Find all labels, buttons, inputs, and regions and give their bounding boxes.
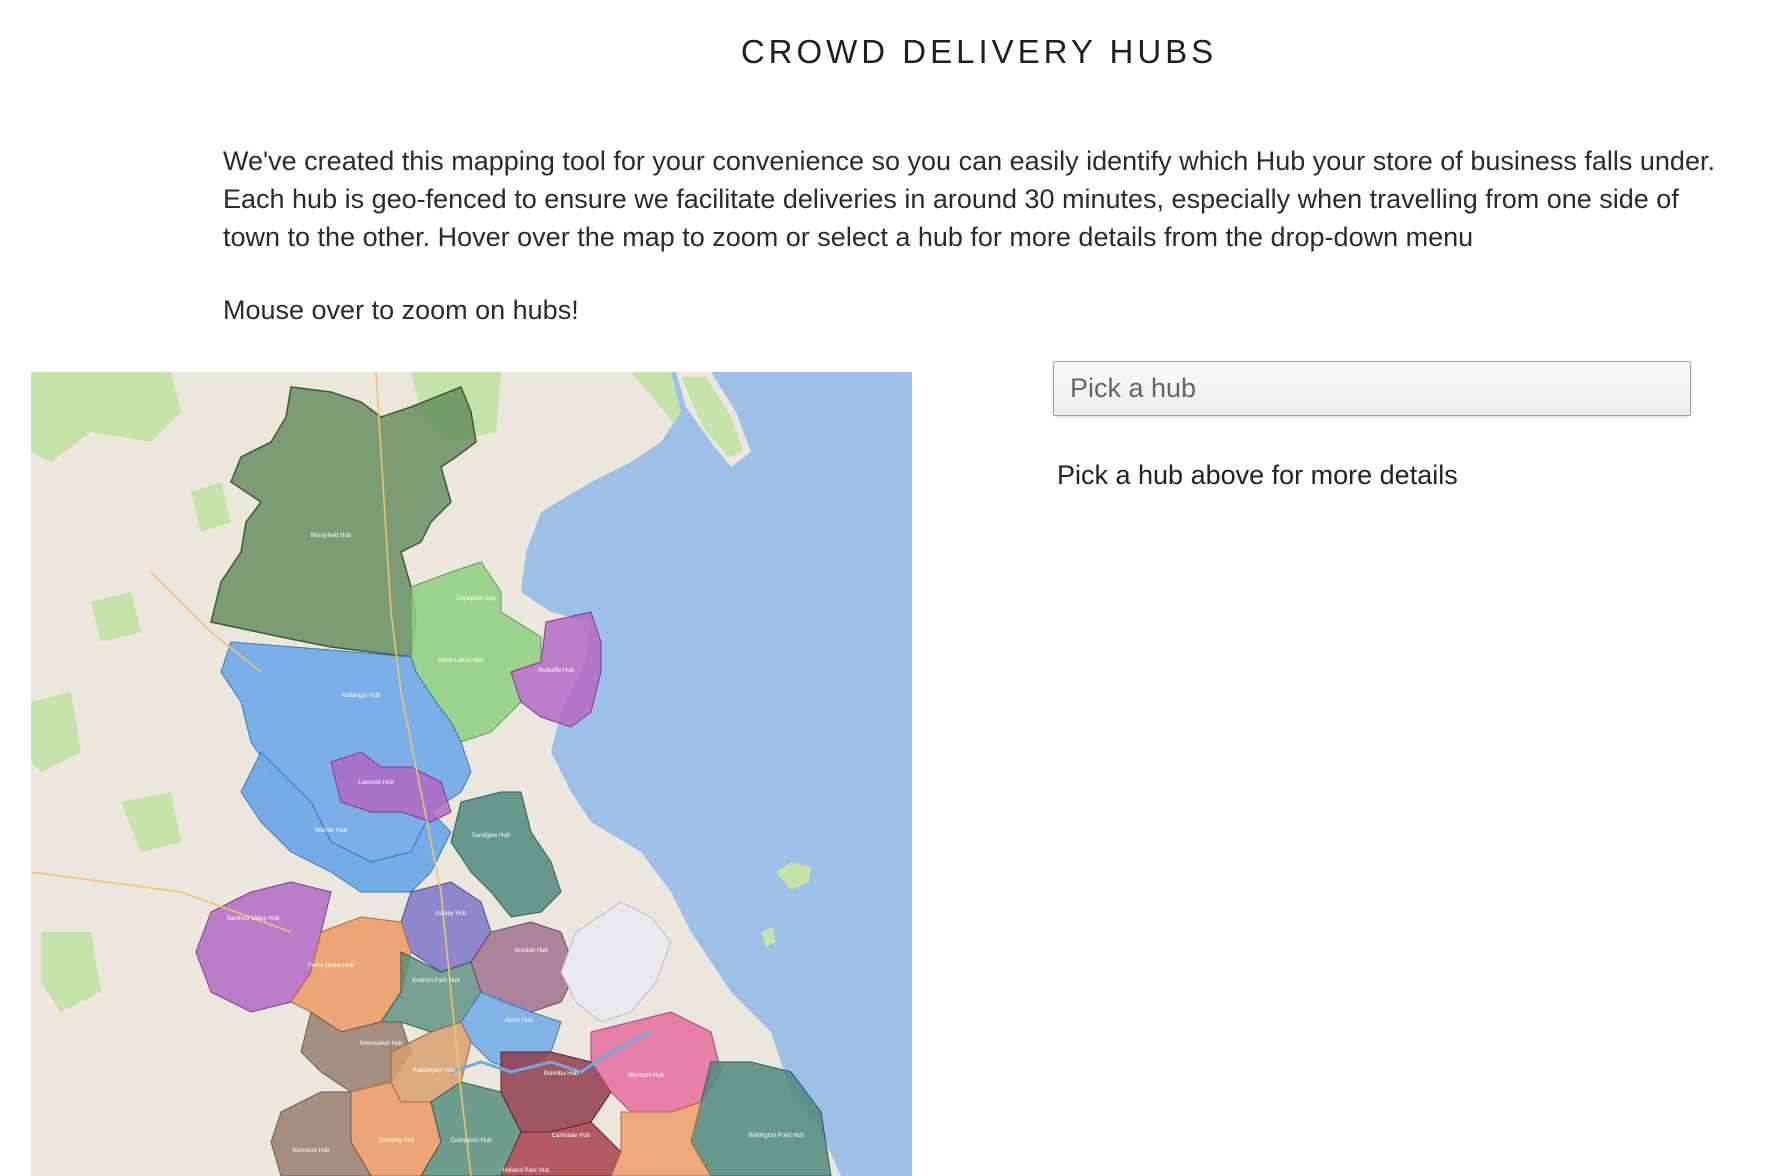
map-label: Nundah Hub <box>514 948 548 954</box>
map-label: Carindale Hub <box>552 1133 591 1139</box>
map-label: Kenmore Hub <box>292 1148 330 1154</box>
map-label: Wynnum Hub <box>628 1073 665 1079</box>
map-label: Bulimba Hub <box>544 1071 579 1077</box>
map-label: Samford Valley Hub <box>227 916 281 922</box>
map-label: Wellington Point Hub <box>748 1133 805 1139</box>
map-label: Toowong Hub <box>378 1138 415 1144</box>
map-label: Morayfield Hub <box>311 533 352 539</box>
page: CROWD DELIVERY HUBS We've created this m… <box>0 0 1783 1176</box>
map-label: Everton Park Hub <box>412 978 460 984</box>
hub-select-value: Pick a hub <box>1070 373 1197 403</box>
map-label: Ferny Grove Hub <box>308 963 355 969</box>
map-label: Ascot Hub <box>505 1018 533 1024</box>
map-label: Aspley Hub <box>436 911 467 917</box>
map-label: Lawnton Hub <box>358 780 394 786</box>
hub-map[interactable]: Morayfield Hub Deception Bay North Lakes… <box>31 372 912 1176</box>
hub-map-svg[interactable]: Morayfield Hub Deception Bay North Lakes… <box>31 372 912 1176</box>
map-label: Holland Park Hub <box>502 1168 550 1174</box>
map-label: Kallangur Hub <box>342 693 381 699</box>
map-label: Warner Hub <box>315 828 348 834</box>
map-label: North Lakes Hub <box>438 658 484 664</box>
intro-paragraph: We've created this mapping tool for your… <box>223 146 1715 252</box>
map-label: Sandgate Hub <box>472 833 511 839</box>
map-label: Coorparoo Hub <box>450 1138 492 1144</box>
mouse-over-hint: Mouse over to zoom on hubs! <box>223 295 579 325</box>
map-label: Paddington Hub <box>412 1068 456 1074</box>
map-label: Deception Bay <box>456 596 495 602</box>
page-title: CROWD DELIVERY HUBS <box>740 33 1218 70</box>
map-label: Redcliffe Hub <box>538 668 575 674</box>
map-label: Newmarket Hub <box>359 1041 403 1047</box>
hub-select[interactable]: Pick a hub <box>1053 361 1691 416</box>
hub-details-text: Pick a hub above for more details <box>1057 460 1458 490</box>
